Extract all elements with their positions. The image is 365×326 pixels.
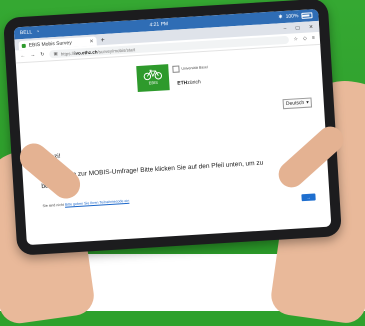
- lock-icon: ▣: [53, 50, 58, 57]
- bluetooth-icon: ✱: [278, 14, 283, 21]
- language-value: Deutsch: [285, 99, 305, 108]
- ebis-logo: EBIS: [136, 64, 170, 93]
- new-tab-button[interactable]: +: [100, 36, 105, 45]
- reload-icon[interactable]: ↻: [40, 52, 45, 58]
- eth-logo-bold: ETH: [177, 80, 188, 87]
- minimize-button[interactable]: –: [283, 25, 286, 34]
- battery-icon: [301, 12, 313, 19]
- carrier-label: BELL: [19, 29, 33, 37]
- bicycle-icon: [143, 69, 163, 81]
- tablet-device: BELL ◔ 4:21 PM ✱ 100% EBIS Mobis Survey …: [3, 0, 342, 256]
- wifi-icon: ◔: [36, 28, 40, 36]
- survey-page: EBIS Universität Basel ETHzürich Deutsch…: [16, 45, 331, 243]
- uni-basel-name: Universität Basel: [181, 65, 208, 71]
- uni-basel-mark: [172, 65, 180, 73]
- back-icon[interactable]: ←: [20, 53, 25, 59]
- eth-logo: ETHzürich: [177, 79, 201, 86]
- url-path: /survey/mobis/start: [97, 46, 136, 54]
- participant-code-link[interactable]: Bitte geben Sie Ihren Teilnahmecode ein: [65, 199, 130, 207]
- uni-basel-logo: Universität Basel: [172, 64, 208, 73]
- menu-icon[interactable]: ≡: [312, 35, 315, 41]
- bookmark-star-icon[interactable]: ☆: [293, 36, 298, 42]
- status-time: 4:21 PM: [149, 21, 169, 29]
- ebis-logo-text: EBIS: [148, 79, 158, 86]
- maximize-button[interactable]: ▢: [295, 24, 300, 33]
- chevron-down-icon: ▾: [306, 99, 309, 106]
- language-select[interactable]: Deutsch ▾: [282, 97, 313, 110]
- close-window-button[interactable]: ✕: [309, 23, 314, 32]
- battery-label: 100%: [285, 13, 299, 20]
- close-tab-icon[interactable]: ✕: [89, 38, 94, 44]
- forward-icon[interactable]: →: [30, 52, 35, 58]
- url-prefix: https://: [60, 50, 75, 57]
- shield-icon[interactable]: ◇: [303, 36, 307, 42]
- next-arrow-button[interactable]: →: [301, 193, 316, 202]
- favicon-icon: [21, 43, 26, 48]
- url-domain: ivo.ethz.ch: [74, 48, 98, 56]
- participant-note: Sie sind nicht Bitte geben Sie Ihren Tei…: [42, 199, 129, 208]
- tablet-screen: BELL ◔ 4:21 PM ✱ 100% EBIS Mobis Survey …: [13, 8, 332, 246]
- eth-logo-light: zürich: [187, 79, 201, 87]
- note-prefix: Sie sind nicht: [42, 202, 65, 209]
